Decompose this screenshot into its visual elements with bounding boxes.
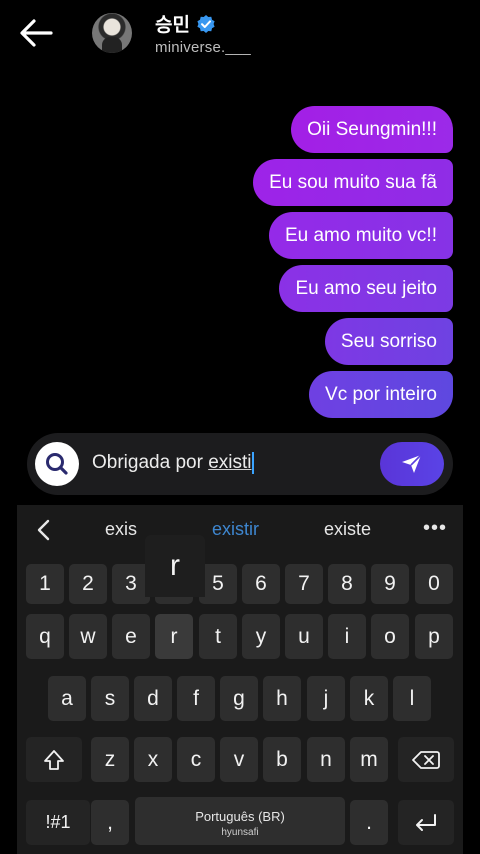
message-bubble[interactable]: Eu sou muito sua fã — [253, 159, 453, 206]
message-bubble[interactable]: Eu amo muito vc!! — [268, 212, 453, 259]
key-t[interactable]: t — [199, 614, 237, 659]
key-h[interactable]: h — [263, 676, 301, 721]
key-j[interactable]: j — [307, 676, 345, 721]
key-f[interactable]: f — [177, 676, 215, 721]
back-button[interactable] — [18, 18, 54, 48]
verified-badge-icon — [197, 14, 215, 33]
key-s[interactable]: s — [91, 676, 129, 721]
key-g[interactable]: g — [220, 676, 258, 721]
arrow-left-icon — [20, 19, 53, 47]
watermark: hyunsafi — [221, 827, 259, 838]
key-v[interactable]: v — [220, 737, 258, 782]
key-l[interactable]: l — [393, 676, 431, 721]
contact-name: 승민 — [155, 14, 190, 36]
backspace-icon — [412, 750, 440, 769]
backspace-key[interactable] — [398, 737, 454, 782]
suggestion-1[interactable]: exis — [105, 519, 137, 540]
suggestion-3[interactable]: existe — [324, 519, 371, 540]
message-bubble[interactable]: Seu sorriso — [324, 318, 453, 365]
more-suggestions-button[interactable]: ••• — [423, 517, 447, 540]
message-bubble[interactable]: Oii Seungmin!!! — [291, 106, 453, 153]
period-key[interactable]: . — [350, 800, 388, 845]
keyboard: exis existir existe ••• 1 2 3 4 5 6 7 8 … — [17, 505, 463, 854]
suggestion-2[interactable]: existir — [212, 519, 259, 540]
key-z[interactable]: z — [91, 737, 129, 782]
key-8[interactable]: 8 — [328, 564, 366, 604]
chat-header: 승민 miniverse.___ — [0, 0, 480, 70]
key-i[interactable]: i — [328, 614, 366, 659]
key-0[interactable]: 0 — [415, 564, 453, 604]
key-7[interactable]: 7 — [285, 564, 323, 604]
key-q[interactable]: q — [26, 614, 64, 659]
message-bubble[interactable]: Eu amo seu jeito — [279, 265, 453, 312]
space-bar[interactable]: Português (BR) hyunsafi — [135, 797, 345, 845]
search-button[interactable] — [35, 442, 79, 486]
send-icon — [402, 454, 422, 473]
enter-key[interactable] — [398, 800, 454, 845]
key-popup: r — [145, 535, 205, 597]
avatar[interactable] — [92, 13, 132, 53]
key-c[interactable]: c — [177, 737, 215, 782]
key-2[interactable]: 2 — [69, 564, 107, 604]
shift-key[interactable] — [26, 737, 82, 782]
key-n[interactable]: n — [307, 737, 345, 782]
enter-icon — [416, 813, 436, 831]
key-a[interactable]: a — [48, 676, 86, 721]
comma-key[interactable]: , — [91, 800, 129, 845]
message-list: Oii Seungmin!!! Eu sou muito sua fã Eu a… — [153, 106, 453, 418]
text-caret — [252, 452, 255, 474]
send-button[interactable] — [380, 442, 444, 486]
message-bubble[interactable]: Vc por inteiro — [309, 371, 453, 418]
key-d[interactable]: d — [134, 676, 172, 721]
key-y[interactable]: y — [242, 614, 280, 659]
key-w[interactable]: w — [69, 614, 107, 659]
space-language-label: Português (BR) — [195, 809, 285, 824]
name-row[interactable]: 승민 — [155, 10, 216, 37]
input-text-prefix: Obrigada por — [92, 452, 209, 474]
message-input[interactable]: Obrigada por existi — [92, 452, 255, 474]
chevron-left-icon[interactable] — [35, 519, 53, 541]
key-r[interactable]: r — [155, 614, 193, 659]
key-p[interactable]: p — [415, 614, 453, 659]
shift-icon — [44, 749, 64, 770]
input-text-word: existi — [208, 452, 252, 474]
key-1[interactable]: 1 — [26, 564, 64, 604]
key-u[interactable]: u — [285, 614, 323, 659]
suggestion-bar: exis existir existe ••• — [17, 505, 463, 555]
key-b[interactable]: b — [263, 737, 301, 782]
key-o[interactable]: o — [371, 614, 409, 659]
message-composer: Obrigada por existi — [27, 433, 453, 495]
key-m[interactable]: m — [350, 737, 388, 782]
search-icon — [46, 453, 68, 475]
key-e[interactable]: e — [112, 614, 150, 659]
key-k[interactable]: k — [350, 676, 388, 721]
key-9[interactable]: 9 — [371, 564, 409, 604]
symbols-key[interactable]: !#1 — [26, 800, 90, 845]
key-x[interactable]: x — [134, 737, 172, 782]
contact-handle: miniverse.___ — [155, 39, 251, 56]
key-6[interactable]: 6 — [242, 564, 280, 604]
